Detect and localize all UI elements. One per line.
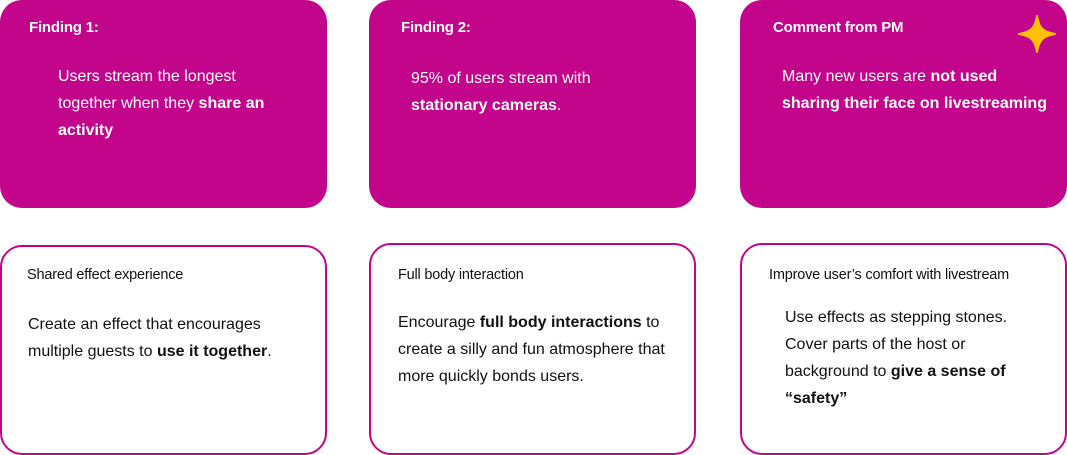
finding-1-title: Finding 1: [29, 19, 99, 36]
pm-comment-card: Comment from PM Many new users are not u… [740, 0, 1067, 208]
text-run: Many new users are [782, 68, 931, 85]
finding-2-title: Finding 2: [401, 19, 471, 36]
bold-text: full body interactions [479, 314, 642, 331]
finding-2-body: 95% of users stream with stationary came… [411, 65, 661, 119]
sparkle-star-icon [1018, 15, 1056, 53]
finding-1-body: Users stream the longest together when t… [58, 63, 288, 144]
idea-3-body: Use effects as stepping stones. Cover pa… [785, 304, 1030, 412]
text-run: . [267, 343, 272, 360]
idea-card-2: Full body interaction Encourage full bod… [369, 243, 696, 455]
finding-card-2: Finding 2: 95% of users stream with stat… [369, 0, 696, 208]
pm-comment-title: Comment from PM [773, 19, 904, 36]
text-run: 95% of users stream with [411, 70, 591, 87]
pm-comment-body: Many new users are not used sharing thei… [782, 63, 1047, 117]
idea-2-title: Full body interaction [398, 267, 524, 283]
text-run: Encourage [398, 314, 480, 331]
bold-text: stationary cameras [411, 97, 557, 114]
finding-card-1: Finding 1: Users stream the longest toge… [0, 0, 327, 208]
idea-2-body: Encourage full body interactions to crea… [398, 309, 678, 390]
text-run: . [556, 97, 562, 114]
idea-3-title: Improve user’s comfort with livestream [769, 267, 1010, 283]
idea-card-3: Improve user’s comfort with livestream U… [740, 243, 1067, 455]
idea-1-body: Create an effect that encourages multipl… [28, 311, 318, 365]
idea-card-1: Shared effect experience Create an effec… [0, 245, 327, 455]
idea-1-title: Shared effect experience [27, 267, 184, 283]
bold-text: use it together [156, 343, 268, 360]
